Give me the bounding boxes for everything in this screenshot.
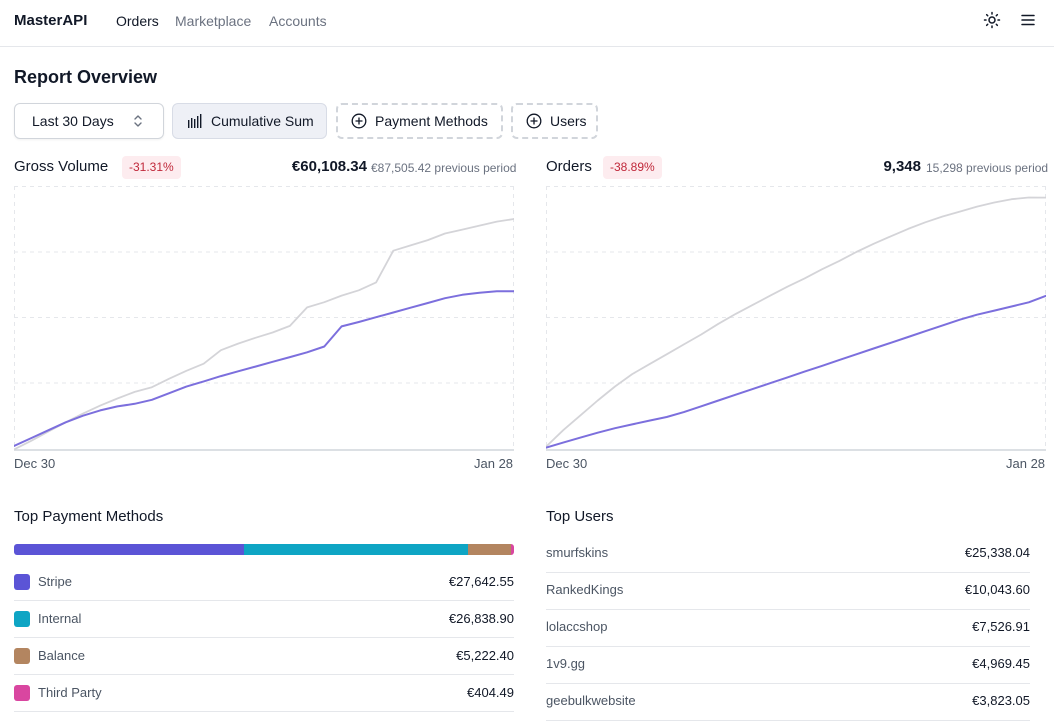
- payment-method-row[interactable]: Third Party €404.49: [14, 675, 514, 712]
- payment-method-value: €26,838.90: [448, 611, 514, 626]
- plus-circle-icon: [526, 113, 542, 129]
- gross-x-end-label: Jan 28: [474, 456, 514, 471]
- chevron-up-down-icon: [132, 114, 144, 131]
- orders-title: Orders: [546, 158, 592, 175]
- payment-methods-bar-segment: [14, 544, 244, 555]
- user-row[interactable]: lolaccshop €7,526.91: [546, 610, 1030, 647]
- user-value: €7,526.91: [972, 619, 1030, 634]
- payment-method-row[interactable]: Balance €5,222.40: [14, 638, 514, 675]
- sun-icon[interactable]: [982, 10, 1002, 30]
- user-value: €4,969.45: [972, 656, 1030, 671]
- gross-volume-previous: €87,505.42 previous period: [371, 161, 517, 175]
- payment-method-name: Third Party: [38, 685, 102, 700]
- orders-value: 9,348: [883, 158, 921, 175]
- cumulative-sum-label: Cumulative Sum: [211, 113, 314, 129]
- user-row[interactable]: smurfskins €25,338.04: [546, 536, 1030, 573]
- payment-methods-title: Top Payment Methods: [14, 508, 164, 525]
- payment-method-value: €5,222.40: [456, 648, 514, 663]
- payment-method-row[interactable]: Internal €26,838.90: [14, 601, 514, 638]
- balance-swatch: [14, 648, 30, 664]
- payment-method-name: Balance: [38, 648, 85, 663]
- user-name: 1v9.gg: [546, 656, 586, 671]
- payment-method-name: Stripe: [38, 574, 72, 589]
- gross-volume-value: €60,108.34: [291, 158, 367, 175]
- user-name: lolaccshop: [546, 619, 608, 634]
- top-bar: MasterAPI Orders Marketplace Accounts: [0, 0, 1054, 47]
- payment-methods-filter-button[interactable]: Payment Methods: [336, 103, 503, 139]
- bar-chart-icon: [187, 114, 203, 128]
- nav-accounts[interactable]: Accounts: [269, 13, 327, 29]
- payment-method-value: €27,642.55: [448, 574, 514, 589]
- payment-method-value: €404.49: [467, 685, 514, 700]
- user-row[interactable]: geebulkwebsite €3,823.05: [546, 684, 1030, 721]
- internal-swatch: [14, 611, 30, 627]
- orders-previous: 15,298 previous period: [926, 161, 1049, 175]
- gross-volume-previous-line: [14, 218, 514, 451]
- users-filter-label: Users: [550, 113, 587, 129]
- gross-volume-change-badge: -31.31%: [122, 156, 181, 179]
- payment-methods-bar-segment: [467, 544, 511, 555]
- orders-current-line: [546, 294, 1046, 449]
- cumulative-sum-button[interactable]: Cumulative Sum: [172, 103, 327, 139]
- orders-change-badge: -38.89%: [603, 156, 662, 179]
- payment-methods-filter-label: Payment Methods: [375, 113, 488, 129]
- payment-methods-bar: [14, 544, 514, 555]
- payment-methods-bar-segment: [511, 544, 514, 555]
- gross-volume-chart: [14, 186, 514, 451]
- user-value: €10,043.60: [964, 582, 1030, 597]
- menu-icon[interactable]: [1018, 10, 1038, 30]
- payment-method-row[interactable]: Stripe €27,642.55: [14, 564, 514, 601]
- plus-circle-icon: [351, 113, 367, 129]
- page-title: Report Overview: [14, 67, 158, 87]
- user-row[interactable]: RankedKings €10,043.60: [546, 573, 1030, 610]
- payment-method-name: Internal: [38, 611, 82, 626]
- nav-orders[interactable]: Orders: [116, 13, 159, 29]
- user-name: RankedKings: [546, 582, 624, 597]
- user-name: smurfskins: [546, 545, 609, 560]
- period-select-label: Last 30 Days: [32, 113, 114, 129]
- user-name: geebulkwebsite: [546, 693, 636, 708]
- payment-methods-bar-segment: [244, 544, 468, 555]
- period-select[interactable]: Last 30 Days: [14, 103, 164, 139]
- orders-x-start-label: Dec 30: [546, 456, 588, 471]
- nav-marketplace[interactable]: Marketplace: [175, 13, 251, 29]
- orders-chart: [546, 186, 1046, 451]
- users-filter-button[interactable]: Users: [511, 103, 598, 139]
- gross-volume-title: Gross Volume: [14, 158, 109, 175]
- user-value: €3,823.05: [972, 693, 1030, 708]
- third-party-swatch: [14, 685, 30, 701]
- brand-logo[interactable]: MasterAPI: [14, 12, 87, 29]
- user-row[interactable]: 1v9.gg €4,969.45: [546, 647, 1030, 684]
- stripe-swatch: [14, 574, 30, 590]
- gross-volume-current-line: [14, 290, 514, 447]
- orders-previous-line: [546, 196, 1046, 448]
- top-users-title: Top Users: [546, 508, 614, 525]
- orders-x-end-label: Jan 28: [1006, 456, 1046, 471]
- user-value: €25,338.04: [964, 545, 1030, 560]
- gross-x-start-label: Dec 30: [14, 456, 56, 471]
